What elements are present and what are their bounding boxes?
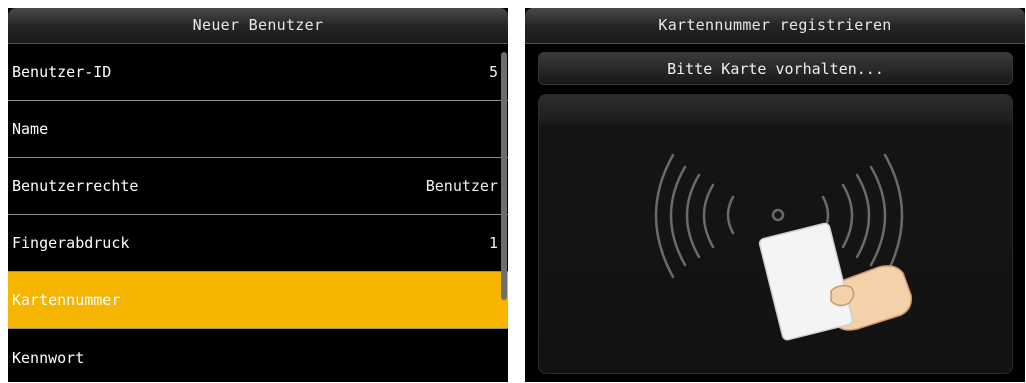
- menu-item-password[interactable]: Kennwort: [8, 329, 508, 382]
- menu-item-name[interactable]: Name: [8, 101, 508, 158]
- card-reader-icon: [654, 153, 913, 341]
- menu-item-value: Benutzer: [425, 177, 498, 195]
- menu-item-value: 1: [488, 234, 498, 252]
- menu-item-value: 5: [488, 63, 498, 81]
- menu-item-label: Kennwort: [12, 348, 85, 367]
- menu-item-label: Name: [12, 120, 49, 138]
- screen-title: Neuer Benutzer: [8, 8, 508, 44]
- menu-item-label: Kartennummer: [12, 291, 121, 309]
- menu-item-label: Benutzer-ID: [12, 63, 112, 81]
- menu-item-user-rights[interactable]: Benutzerrechte Benutzer: [8, 158, 508, 215]
- new-user-screen: Neuer Benutzer Benutzer-ID 5 Name Benutz…: [8, 8, 508, 382]
- scrollbar[interactable]: [501, 52, 507, 300]
- screen-title: Kartennummer registrieren: [525, 8, 1025, 44]
- card-illustration-panel: [538, 94, 1013, 374]
- menu-item-user-id[interactable]: Benutzer-ID 5: [8, 44, 508, 101]
- menu-item-fingerprint[interactable]: Fingerabdruck 1: [8, 215, 508, 272]
- card-prompt: Bitte Karte vorhalten...: [538, 52, 1013, 85]
- menu-item-label: Fingerabdruck: [12, 234, 130, 252]
- user-menu: Benutzer-ID 5 Name Benutzerrechte Benutz…: [8, 44, 508, 382]
- register-card-screen: Kartennummer registrieren Bitte Karte vo…: [525, 8, 1025, 382]
- menu-item-label: Benutzerrechte: [12, 177, 139, 195]
- menu-item-card-number[interactable]: Kartennummer: [8, 272, 508, 329]
